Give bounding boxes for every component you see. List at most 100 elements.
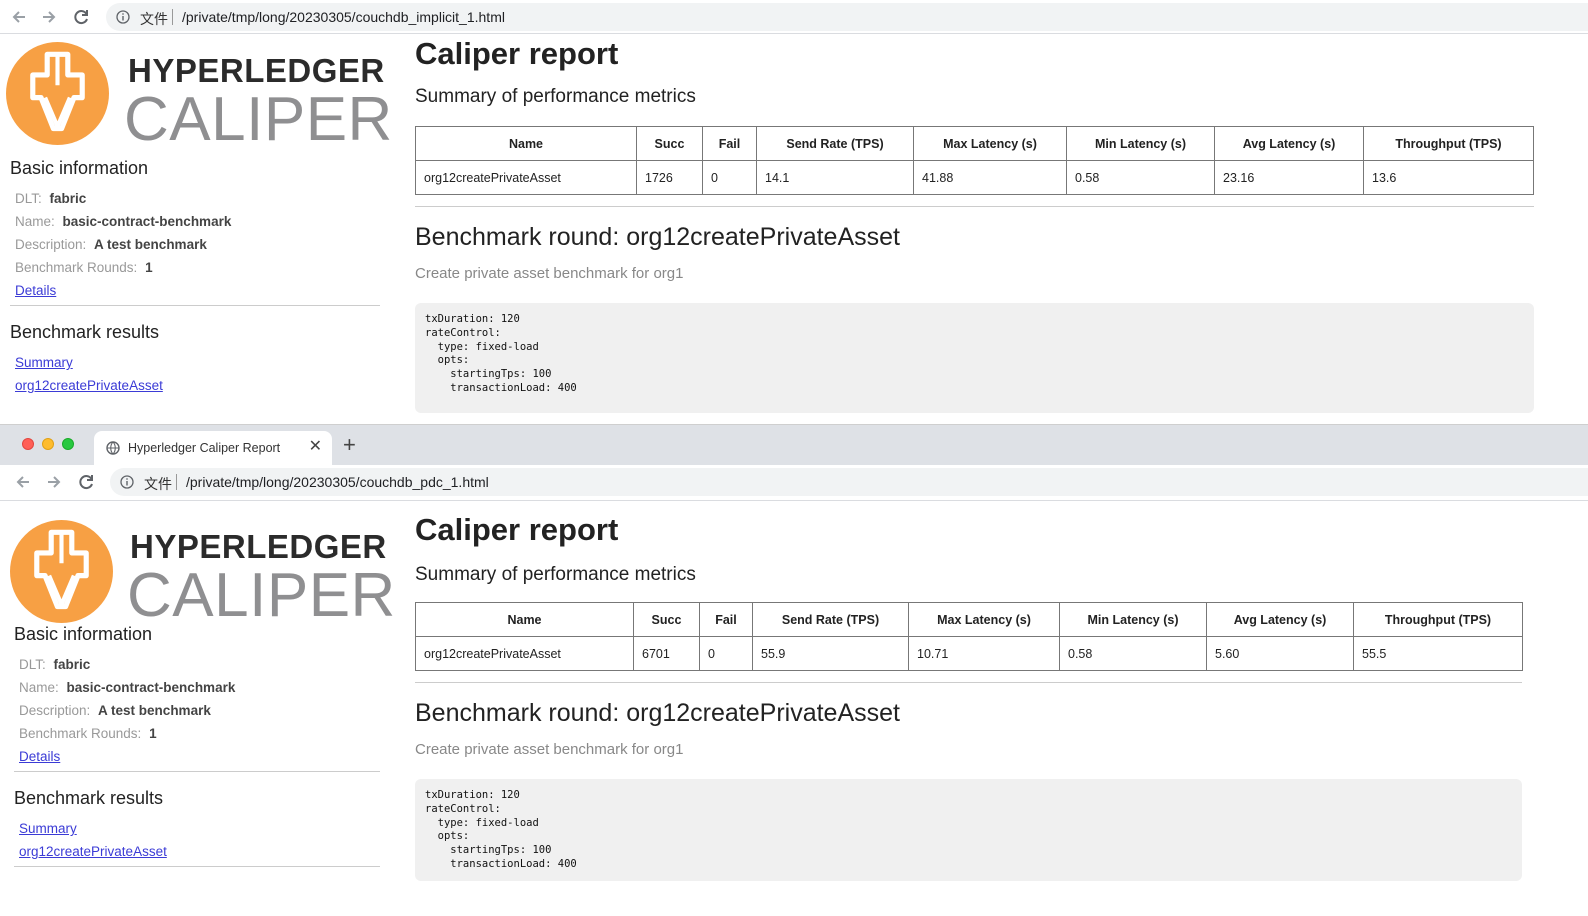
caliper-logo-icon — [6, 42, 109, 145]
cell-avg-latency: 23.16 — [1214, 160, 1364, 195]
address-bar[interactable]: 文件 /private/tmp/long/20230305/couchdb_im… — [106, 3, 1588, 31]
round-config-code: txDuration: 120 rateControl: type: fixed… — [415, 303, 1534, 413]
table-header-row: Name Succ Fail Send Rate (TPS) Max Laten… — [415, 126, 1534, 161]
round-title: Benchmark round: org12createPrivateAsset — [415, 699, 900, 727]
browser-toolbar: 文件 /private/tmp/long/20230305/couchdb_im… — [0, 0, 1588, 34]
info-rounds: Benchmark Rounds: 1 — [15, 260, 153, 275]
round-link[interactable]: org12createPrivateAsset — [19, 840, 390, 863]
report-title: Caliper report — [415, 36, 619, 71]
tab-title: Hyperledger Caliper Report — [128, 441, 281, 455]
main-divider — [415, 206, 1534, 207]
col-avg-latency: Avg Latency (s) — [1214, 126, 1364, 161]
report-main: Caliper report Summary of performance me… — [415, 512, 1523, 881]
col-name: Name — [415, 126, 637, 161]
col-fail: Fail — [702, 126, 757, 161]
url-text[interactable]: /private/tmp/long/20230305/couchdb_pdc_1… — [186, 474, 489, 490]
report-main: Caliper report Summary of performance me… — [415, 36, 1534, 413]
browser-toolbar: 文件 /private/tmp/long/20230305/couchdb_pd… — [0, 465, 1588, 501]
scheme-label: 文件 — [140, 11, 168, 27]
tab-strip: Hyperledger Caliper Report ✕ + — [0, 425, 1588, 465]
info-rounds: Benchmark Rounds: 1 — [19, 726, 157, 741]
forward-arrow-icon[interactable] — [43, 471, 65, 493]
col-avg-latency: Avg Latency (s) — [1206, 602, 1354, 637]
address-bar[interactable]: 文件 /private/tmp/long/20230305/couchdb_pd… — [110, 468, 1588, 496]
reload-icon[interactable] — [70, 6, 92, 28]
url-text[interactable]: /private/tmp/long/20230305/couchdb_impli… — [182, 9, 505, 25]
sidebar: HYPERLEDGER CALIPER Basic information DL… — [0, 502, 395, 883]
cell-avg-latency: 5.60 — [1206, 636, 1354, 671]
info-dlt: DLT: fabric — [15, 191, 87, 206]
minimize-window-button[interactable] — [42, 438, 54, 450]
cell-send-rate: 14.1 — [756, 160, 914, 195]
table-header-row: Name Succ Fail Send Rate (TPS) Max Laten… — [415, 602, 1523, 637]
back-arrow-icon[interactable] — [8, 6, 30, 28]
logo-text-bottom: CALIPER — [124, 85, 393, 154]
cell-throughput: 13.6 — [1363, 160, 1534, 195]
col-succ: Succ — [633, 602, 700, 637]
tab-caliper-report[interactable]: Hyperledger Caliper Report ✕ — [94, 431, 332, 465]
reload-icon[interactable] — [75, 471, 97, 493]
info-icon[interactable] — [120, 475, 134, 489]
hyperledger-caliper-logo: HYPERLEDGER CALIPER — [0, 34, 393, 158]
info-description: Description: A test benchmark — [19, 703, 211, 718]
sidebar-divider-bottom — [14, 866, 380, 867]
info-dlt: DLT: fabric — [19, 657, 91, 672]
close-window-button[interactable] — [22, 438, 34, 450]
results-title: Benchmark results — [14, 788, 164, 808]
cell-max-latency: 10.71 — [908, 636, 1060, 671]
cell-max-latency: 41.88 — [913, 160, 1067, 195]
details-link[interactable]: Details — [15, 279, 390, 302]
cell-name: org12createPrivateAsset — [415, 636, 634, 671]
col-throughput: Throughput (TPS) — [1353, 602, 1523, 637]
col-min-latency: Min Latency (s) — [1066, 126, 1215, 161]
tab-close-icon[interactable]: ✕ — [309, 437, 322, 457]
basic-info-list: DLT: fabric Name: basic-contract-benchma… — [15, 187, 390, 279]
summary-title: Summary of performance metrics — [415, 564, 696, 585]
scheme-label: 文件 — [144, 476, 172, 492]
col-send-rate: Send Rate (TPS) — [756, 126, 914, 161]
info-icon[interactable] — [116, 10, 130, 24]
caliper-logo-icon — [10, 520, 113, 623]
hyperledger-caliper-logo: HYPERLEDGER CALIPER — [0, 502, 395, 630]
col-max-latency: Max Latency (s) — [908, 602, 1060, 637]
cell-succ: 1726 — [636, 160, 703, 195]
cell-succ: 6701 — [633, 636, 700, 671]
forward-arrow-icon[interactable] — [38, 6, 60, 28]
col-min-latency: Min Latency (s) — [1059, 602, 1207, 637]
summary-link[interactable]: Summary — [19, 817, 390, 840]
cell-min-latency: 0.58 — [1059, 636, 1207, 671]
cell-fail: 0 — [702, 160, 757, 195]
round-description: Create private asset benchmark for org1 — [415, 741, 684, 758]
sidebar: HYPERLEDGER CALIPER Basic information DL… — [0, 34, 393, 397]
info-name: Name: basic-contract-benchmark — [15, 214, 232, 229]
round-config-code: txDuration: 120 rateControl: type: fixed… — [415, 779, 1522, 881]
round-description: Create private asset benchmark for org1 — [415, 265, 684, 282]
details-link[interactable]: Details — [19, 745, 390, 768]
cell-send-rate: 55.9 — [752, 636, 909, 671]
basic-info-title: Basic information — [10, 158, 149, 178]
browser-window-implicit: 文件 /private/tmp/long/20230305/couchdb_im… — [0, 0, 1588, 424]
round-link[interactable]: org12createPrivateAsset — [15, 374, 390, 397]
cell-name: org12createPrivateAsset — [415, 160, 637, 195]
col-fail: Fail — [699, 602, 753, 637]
basic-info-list: DLT: fabric Name: basic-contract-benchma… — [19, 653, 390, 745]
table-row: org12createPrivateAsset 1726 0 14.1 41.8… — [415, 160, 1534, 195]
main-divider — [415, 682, 1522, 683]
cell-min-latency: 0.58 — [1066, 160, 1215, 195]
col-max-latency: Max Latency (s) — [913, 126, 1067, 161]
table-row: org12createPrivateAsset 6701 0 55.9 10.7… — [415, 636, 1523, 671]
summary-title: Summary of performance metrics — [415, 86, 696, 107]
col-succ: Succ — [636, 126, 703, 161]
round-title: Benchmark round: org12createPrivateAsset — [415, 223, 900, 251]
sidebar-divider — [14, 771, 380, 772]
summary-link[interactable]: Summary — [15, 351, 390, 374]
results-title: Benchmark results — [10, 322, 160, 342]
report-title: Caliper report — [415, 512, 619, 547]
globe-icon — [106, 441, 120, 455]
cell-throughput: 55.5 — [1353, 636, 1523, 671]
metrics-table: Name Succ Fail Send Rate (TPS) Max Laten… — [415, 126, 1534, 195]
new-tab-icon[interactable]: + — [343, 433, 356, 457]
omni-divider — [172, 9, 173, 25]
back-arrow-icon[interactable] — [12, 471, 34, 493]
zoom-window-button[interactable] — [62, 438, 74, 450]
